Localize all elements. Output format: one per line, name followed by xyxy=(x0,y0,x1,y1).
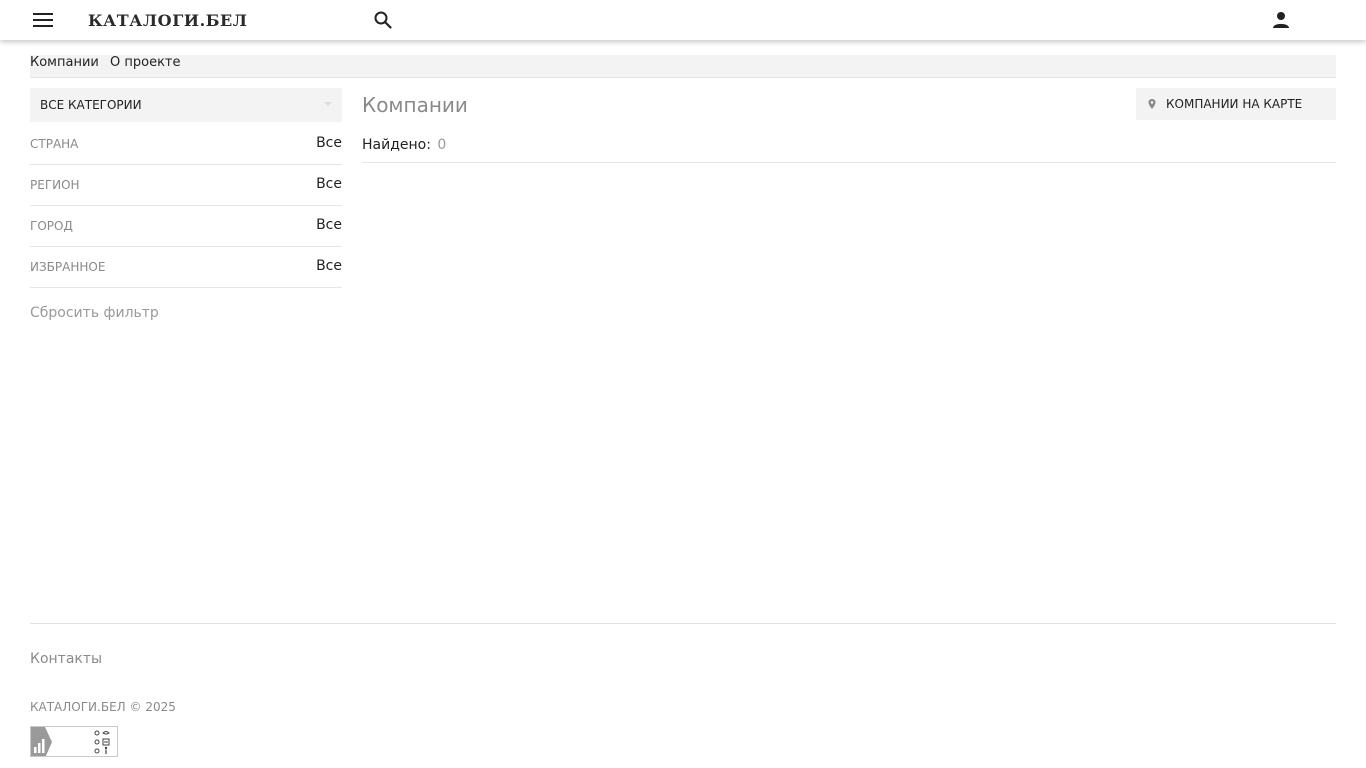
filter-label: СТРАНА xyxy=(30,137,79,151)
user-icon[interactable] xyxy=(1272,11,1290,29)
found-label: Найдено: xyxy=(362,137,431,153)
top-navigation: Компании О проекте xyxy=(30,55,1336,78)
nav-link-about[interactable]: О проекте xyxy=(110,55,181,70)
all-categories-label: ВСЕ КАТЕГОРИИ xyxy=(40,98,142,112)
filter-favorites[interactable]: ИЗБРАННОЕ Все xyxy=(30,247,342,288)
contacts-link[interactable]: Контакты xyxy=(30,650,102,668)
companies-on-map-label: КОМПАНИИ НА КАРТЕ xyxy=(1166,97,1303,111)
chevron-down-icon xyxy=(324,102,332,106)
filter-value[interactable]: Все xyxy=(316,217,342,233)
map-pin-icon xyxy=(1148,99,1156,109)
footer-divider xyxy=(30,623,1336,624)
results-count: Найдено: 0 xyxy=(362,136,1336,163)
filter-city[interactable]: ГОРОД Все xyxy=(30,206,342,247)
visitor-counter-badge[interactable] xyxy=(30,726,118,757)
all-categories-dropdown[interactable]: ВСЕ КАТЕГОРИИ xyxy=(30,88,342,122)
found-count: 0 xyxy=(437,137,447,153)
counter-badge-icon xyxy=(31,727,110,756)
filter-label: ГОРОД xyxy=(30,219,73,233)
filter-value[interactable]: Все xyxy=(316,258,342,274)
site-logo[interactable]: КАТАЛОГИ.БЕЛ xyxy=(88,10,248,32)
copyright-text: КАТАЛОГИ.БЕЛ © 2025 xyxy=(30,700,176,714)
filter-value[interactable]: Все xyxy=(316,176,342,192)
filter-value[interactable]: Все xyxy=(316,135,342,151)
search-icon[interactable] xyxy=(374,11,392,29)
filter-country[interactable]: СТРАНА Все xyxy=(30,124,342,165)
companies-on-map-button[interactable]: КОМПАНИИ НА КАРТЕ xyxy=(1136,88,1336,120)
page-title: Компании xyxy=(362,93,468,117)
nav-link-companies[interactable]: Компании xyxy=(30,55,99,70)
top-bar: КАТАЛОГИ.БЕЛ xyxy=(0,0,1366,40)
menu-icon[interactable] xyxy=(33,13,53,27)
reset-filter-link[interactable]: Сбросить фильтр xyxy=(30,304,159,322)
filter-region[interactable]: РЕГИОН Все xyxy=(30,165,342,206)
filter-label: РЕГИОН xyxy=(30,178,80,192)
filter-label: ИЗБРАННОЕ xyxy=(30,260,106,274)
